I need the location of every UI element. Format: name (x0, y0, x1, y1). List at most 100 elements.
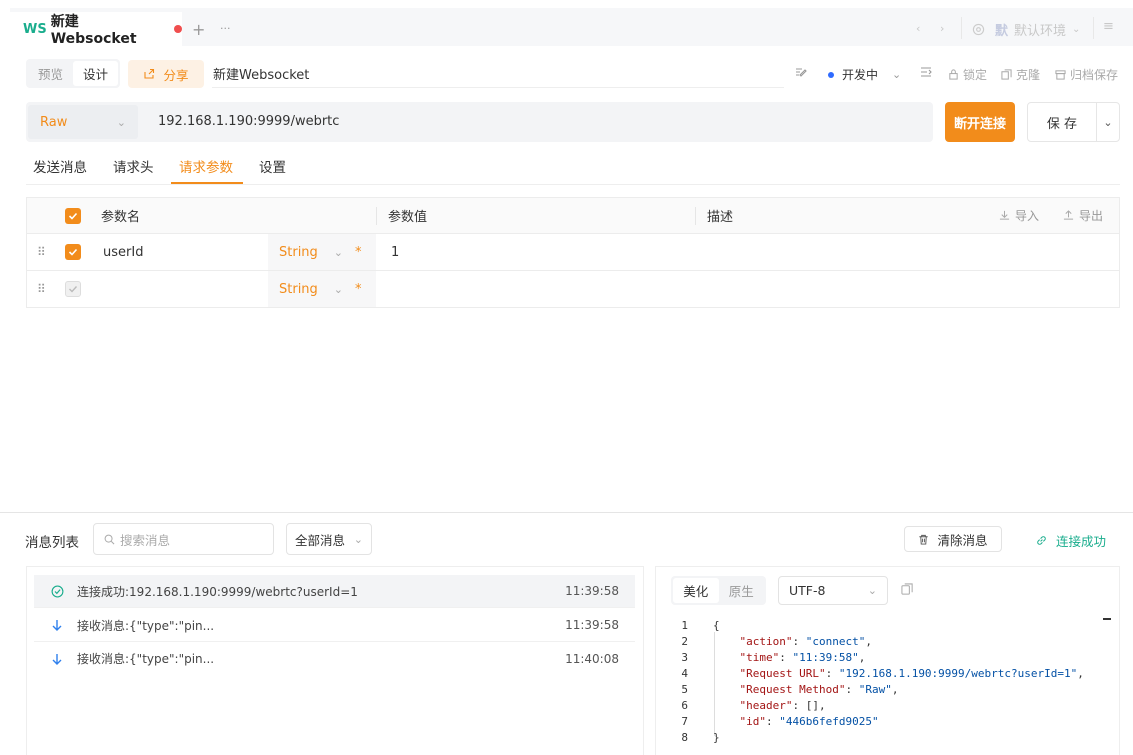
arrow-down-icon (49, 619, 65, 631)
col-divider (695, 207, 696, 225)
save-button[interactable]: 保 存 (1028, 103, 1097, 141)
url-input[interactable]: 192.168.1.190:9999/webrtc (158, 114, 339, 129)
lock-button[interactable]: 锁定 (948, 66, 987, 83)
chevron-down-icon: ⌄ (116, 115, 126, 129)
save-more-button[interactable]: ⌄ (1097, 103, 1119, 141)
code-line: } (713, 731, 720, 744)
chevron-down-icon: ⌄ (1072, 24, 1081, 35)
code-line: "Request Method": "Raw", (739, 683, 899, 696)
encoding-select[interactable]: UTF-8 ⌄ (778, 576, 888, 605)
row-checkbox[interactable] (65, 234, 81, 270)
search-icon (104, 534, 115, 544)
ws-badge: WS (23, 21, 47, 37)
outline-icon[interactable] (920, 66, 932, 78)
row-checkbox[interactable] (65, 271, 81, 307)
code-line: { (713, 619, 720, 632)
connection-status: 连接成功 (1036, 531, 1106, 550)
message-filter-select[interactable]: 全部消息 ⌄ (286, 523, 372, 555)
list-item[interactable]: 接收消息:{"type":"pin... 11:40:08 (34, 642, 635, 675)
param-type-label: String (279, 281, 318, 297)
method-select[interactable]: Raw ⌄ (28, 105, 138, 139)
doc-title-input[interactable]: 新建Websocket (212, 60, 784, 88)
export-label: 导出 (1079, 209, 1104, 223)
param-type-label: String (279, 244, 318, 260)
param-type-select[interactable]: String ⌄ * (268, 234, 376, 270)
copy-icon[interactable] (901, 583, 914, 600)
raw-tab[interactable]: 原生 (719, 578, 765, 603)
design-tab[interactable]: 设计 (73, 61, 118, 86)
status-dot-icon (828, 71, 834, 78)
clone-button[interactable]: 克隆 (1001, 66, 1040, 83)
line-number: 2 (681, 635, 688, 648)
status-select[interactable]: 开发中 ⌄ (828, 66, 901, 83)
tab-settings[interactable]: 设置 (259, 156, 286, 176)
archive-button[interactable]: 归档保存 (1055, 66, 1118, 83)
chevron-down-icon: ⌄ (1103, 115, 1113, 129)
chevron-down-icon: ⌄ (333, 282, 344, 296)
required-star-icon[interactable]: * (355, 245, 362, 260)
chevron-down-icon: ⌄ (867, 584, 877, 597)
pretty-tab[interactable]: 美化 (673, 578, 719, 603)
env-label: 默认环境 (1014, 24, 1067, 39)
line-number: 6 (681, 699, 688, 712)
message-list-title: 消息列表 (25, 535, 79, 551)
save-group: 保 存 ⌄ (1027, 102, 1120, 142)
upload-icon (1063, 210, 1074, 220)
line-number: 1 (681, 619, 688, 632)
message-text: 接收消息:{"type":"pin... (77, 652, 215, 666)
trash-icon (919, 534, 929, 545)
drag-handle-icon[interactable]: ⠿ (37, 271, 46, 307)
drag-handle-icon[interactable]: ⠿ (37, 234, 46, 270)
search-input[interactable]: 搜索消息 (93, 523, 274, 555)
scrollbar-thumb[interactable] (1103, 618, 1111, 620)
tab-next-icon[interactable]: › (940, 22, 944, 35)
env-select[interactable]: 默 默认环境 ⌄ (972, 20, 1080, 39)
required-star-icon[interactable]: * (355, 282, 362, 297)
share-button[interactable]: 分享 (128, 60, 204, 88)
menu-icon[interactable]: ≡ (1103, 19, 1114, 34)
params-table: 参数名 参数值 描述 导入 导出 ⠿ userId String ⌄ * 1 ⠿ (26, 197, 1120, 308)
line-number: 3 (681, 651, 688, 664)
more-tabs-icon[interactable]: ··· (220, 22, 231, 35)
status-label: 开发中 (842, 68, 879, 82)
tab-request-headers[interactable]: 请求头 (113, 156, 154, 176)
lock-icon (949, 69, 958, 80)
import-button[interactable]: 导入 (999, 198, 1039, 233)
export-button[interactable]: 导出 (1063, 198, 1103, 233)
code-line: "time": "11:39:58", (739, 651, 866, 664)
select-all-checkbox[interactable] (65, 198, 81, 233)
line-number: 7 (681, 715, 688, 728)
code-line: "action": "connect", (739, 635, 872, 648)
encoding-label: UTF-8 (789, 583, 826, 598)
preview-tab[interactable]: 预览 (28, 61, 73, 86)
tab-divider (26, 184, 1120, 185)
tab-websocket[interactable]: WS 新建Websocket (10, 12, 182, 47)
param-value-input[interactable]: 1 (391, 234, 399, 270)
list-item[interactable]: 连接成功:192.168.1.190:9999/webrtc?userId=1 … (34, 575, 635, 608)
tab-request-params[interactable]: 请求参数 (179, 156, 233, 176)
edit-notes-icon[interactable] (795, 66, 807, 78)
list-item[interactable]: 接收消息:{"type":"pin... 11:39:58 (34, 609, 635, 642)
line-number: 8 (681, 731, 688, 744)
preview-design-toggle: 预览 设计 (26, 59, 120, 88)
col-header-value: 参数值 (388, 210, 428, 225)
divider (1093, 17, 1094, 39)
disconnect-button[interactable]: 断开连接 (945, 102, 1015, 142)
chevron-down-icon: ⌄ (353, 532, 363, 546)
param-name-input[interactable]: userId (103, 234, 143, 270)
tab-prev-icon[interactable]: ‹ (916, 22, 920, 35)
panel-divider[interactable] (0, 512, 1133, 513)
code-line: "header": [], (739, 699, 826, 712)
clear-messages-button[interactable]: 清除消息 (904, 526, 1002, 552)
lock-label: 锁定 (963, 68, 988, 82)
divider (961, 17, 962, 39)
arrow-down-icon (49, 653, 65, 665)
add-tab-icon[interactable]: + (192, 20, 205, 39)
archive-icon (1055, 70, 1066, 80)
col-divider (376, 207, 377, 225)
message-time: 11:39:58 (565, 618, 619, 632)
format-toggle: 美化 原生 (671, 576, 766, 605)
param-type-select[interactable]: String ⌄ * (268, 271, 376, 307)
message-text: 接收消息:{"type":"pin... (77, 618, 215, 633)
tab-send-message[interactable]: 发送消息 (33, 156, 87, 176)
